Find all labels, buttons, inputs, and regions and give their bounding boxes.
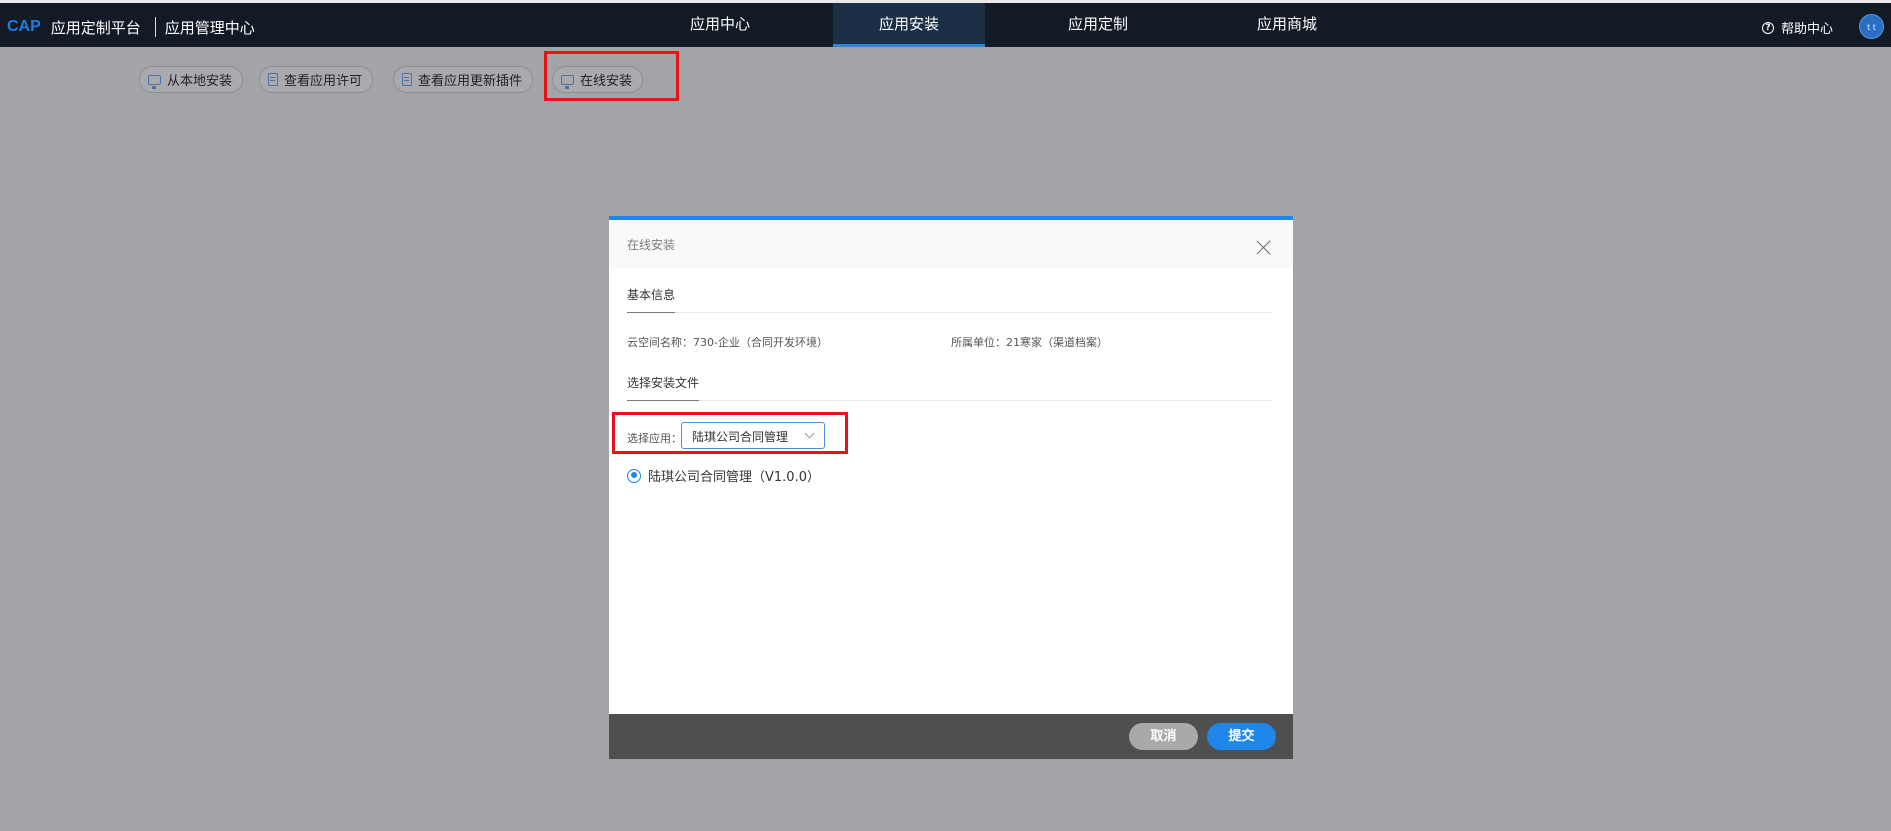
brand-divider bbox=[154, 17, 156, 37]
online-install-dialog: 在线安装 基本信息 云空间名称：730-企业（合同开发环境） 所属单位：21寒家… bbox=[609, 216, 1293, 759]
cap-logo: CAP bbox=[7, 18, 41, 35]
document-icon bbox=[268, 73, 278, 86]
view-app-license-button[interactable]: 查看应用许可 bbox=[259, 66, 374, 93]
user-avatar[interactable]: t t bbox=[1859, 14, 1884, 39]
basic-info-section: 基本信息 bbox=[627, 284, 1273, 313]
nav-app-store[interactable]: 应用商城 bbox=[1211, 3, 1363, 47]
submit-button[interactable]: 提交 bbox=[1207, 723, 1276, 750]
cancel-button[interactable]: 取消 bbox=[1129, 723, 1198, 750]
nav-app-customize[interactable]: 应用定制 bbox=[1022, 3, 1174, 47]
highlight-online-install bbox=[544, 51, 679, 101]
document-icon bbox=[402, 73, 412, 86]
view-update-plugin-button[interactable]: 查看应用更新插件 bbox=[393, 66, 534, 93]
close-icon[interactable] bbox=[1256, 240, 1271, 255]
help-center-label: 帮助中心 bbox=[1781, 22, 1834, 37]
select-file-heading: 选择安装文件 bbox=[627, 372, 700, 401]
app-version-option[interactable]: 陆琪公司合同管理（V1.0.0） bbox=[627, 466, 820, 485]
owning-unit: 所属单位：21寒家（渠道档案） bbox=[951, 336, 1108, 349]
platform-name: 应用定制平台 bbox=[50, 18, 141, 37]
top-navigation-bar: CAP 应用定制平台 应用管理中心 应用中心 应用安装 应用定制 应用商城 ? … bbox=[0, 0, 1891, 47]
management-center-name: 应用管理中心 bbox=[164, 18, 255, 37]
nav-app-center[interactable]: 应用中心 bbox=[644, 3, 796, 47]
select-file-section: 选择安装文件 bbox=[627, 372, 1273, 401]
install-from-local-label: 从本地安装 bbox=[167, 74, 233, 89]
cloud-space-name: 云空间名称：730-企业（合同开发环境） bbox=[627, 336, 828, 349]
app-version-label: 陆琪公司合同管理（V1.0.0） bbox=[648, 470, 820, 485]
monitor-icon bbox=[148, 74, 161, 89]
view-app-license-label: 查看应用许可 bbox=[284, 74, 363, 89]
radio-selected-icon[interactable] bbox=[627, 468, 641, 483]
highlight-app-select bbox=[612, 412, 848, 454]
question-circle-icon: ? bbox=[1762, 21, 1774, 34]
brand: CAP 应用定制平台 应用管理中心 bbox=[7, 17, 255, 37]
install-from-local-button[interactable]: 从本地安装 bbox=[139, 66, 244, 93]
help-center-link[interactable]: ? 帮助中心 bbox=[1762, 18, 1833, 37]
view-update-plugin-label: 查看应用更新插件 bbox=[418, 74, 523, 89]
nav-app-install[interactable]: 应用安装 bbox=[833, 3, 985, 47]
basic-info-heading: 基本信息 bbox=[627, 284, 676, 313]
dialog-footer: 取消 提交 bbox=[609, 714, 1293, 759]
dialog-header: 在线安装 bbox=[609, 220, 1293, 268]
dialog-title: 在线安装 bbox=[627, 238, 676, 252]
